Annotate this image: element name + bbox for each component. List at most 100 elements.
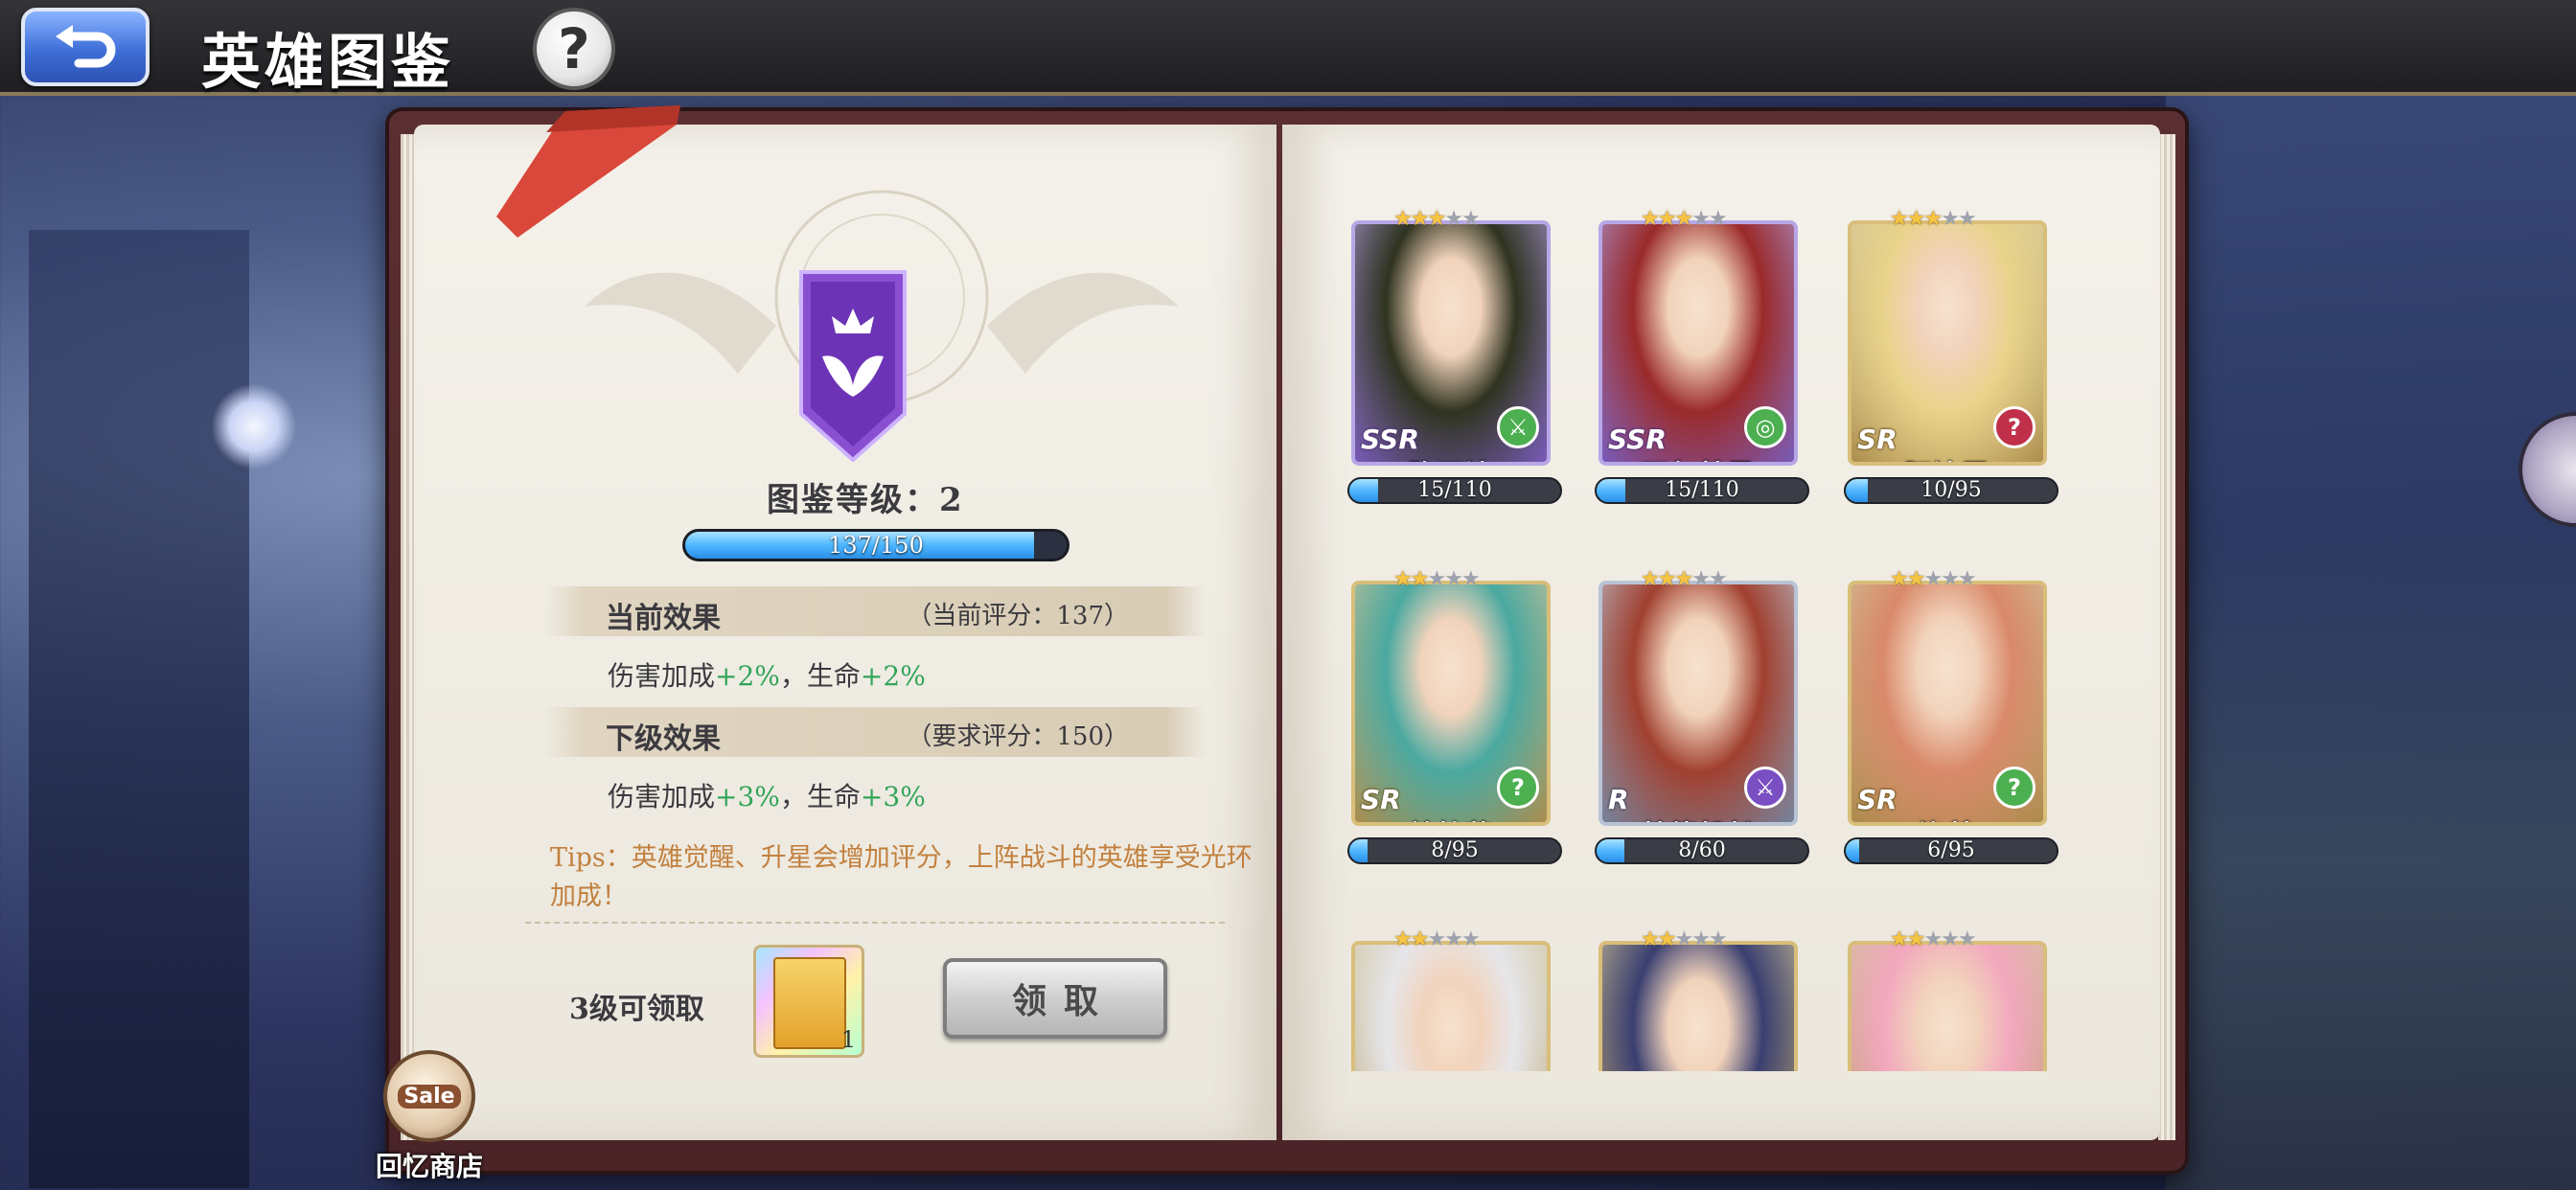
next-effect-label: 下级效果 [606,722,721,756]
star-empty-icon: ★ [1691,567,1711,591]
reward-card-icon [773,957,846,1049]
hero-progress-bar: 15/110 [1595,477,1809,504]
hero-portrait [1602,945,1794,1071]
hero-progress-bar: 6/95 [1844,837,2058,864]
star-empty-icon: ★ [1923,567,1943,591]
star-empty-icon: ★ [1708,207,1728,231]
star-empty-icon: ★ [1444,567,1463,591]
shop-sale-icon: Sale [383,1050,475,1142]
collection-level-badge-icon [799,270,907,462]
hero-rarity: SSR [1361,423,1419,455]
hero-portrait-frame: SR? 阿波罗 [1848,220,2047,466]
next-effect-sep: ，生命 [779,781,861,812]
hero-card[interactable]: SR?阿波罗★★★★★10/95 [1844,207,2058,504]
hero-progress-text: 8/60 [1678,838,1726,862]
star-filled-icon: ★ [1641,927,1660,951]
star-filled-icon: ★ [1410,927,1430,951]
star-filled-icon: ★ [1906,207,1926,231]
collection-level-label: 图鉴等级：2 [767,481,964,519]
next-effect-text: 伤害加成+3%，生命+3% [608,776,926,814]
star-filled-icon: ★ [1410,567,1430,591]
star-empty-icon: ★ [1460,567,1481,591]
current-effect-text: 伤害加成+2%，生命+2% [608,655,926,694]
star-empty-icon: ★ [1923,927,1943,951]
hero-card[interactable]: ★★★★★ [1848,927,2047,1071]
hero-card[interactable]: SSR⚔路西法★★★★★15/110 [1347,207,1562,504]
hero-portrait-frame: SR? 美杜莎 [1351,581,1551,826]
hero-progress-text: 15/110 [1417,478,1492,502]
collection-progress-bar: 137/150 [682,529,1070,561]
star-empty-icon: ★ [1941,207,1960,231]
shop-label: 回忆商店 [375,1151,483,1182]
next-effect-header: 下级效果 （要求评分：150） [544,707,1206,757]
current-effect-label: 当前效果 [606,602,721,635]
hero-rarity: SSR [1608,423,1667,455]
reward-requirement-label: 3级可领取 [569,993,704,1026]
help-button[interactable]: ? [533,8,615,90]
hero-portrait-frame: SSR ⚔ 路西法 [1351,220,1551,466]
tips-text: Tips：英雄觉醒、升星会增加评分，上阵战斗的英雄享受光环加成！ [550,843,1253,911]
star-empty-icon: ★ [1957,567,1977,591]
star-filled-icon: ★ [1906,927,1926,951]
star-filled-icon: ★ [1641,207,1660,231]
hero-progress-bar: 8/60 [1595,837,1809,864]
current-effect-sep: ，生命 [779,660,861,692]
star-filled-icon: ★ [1393,567,1413,591]
back-button[interactable] [21,8,150,86]
hero-class-icon: ⚔ [1497,406,1539,448]
star-empty-icon: ★ [1941,567,1960,591]
hero-star-rating: ★★★★★ [1641,207,1728,231]
hero-portrait-frame [1598,941,1798,1071]
star-filled-icon: ★ [1923,207,1943,231]
hero-star-rating: ★★★★★ [1393,207,1481,231]
hero-rarity: SR [1857,423,1898,455]
hero-card[interactable]: R⚔基德船长★★★★★8/60 [1595,567,1809,864]
current-effect-header: 当前效果 （当前评分：137） [544,586,1206,636]
background-castle [29,230,249,1188]
hero-rarity: R [1608,784,1629,815]
hero-class-icon: ⚔ [1744,767,1786,809]
memory-shop-button[interactable]: Sale 回忆商店 [362,1048,496,1190]
hero-card[interactable]: ★★★★★ [1351,927,1551,1071]
star-empty-icon: ★ [1957,927,1977,951]
hero-name: 美杜莎 [1355,814,1547,822]
hero-card[interactable]: SR?洛基★★★★★6/95 [1844,567,2058,864]
current-effect-prefix: 伤害加成 [608,660,716,692]
reward-item-slot[interactable]: 1 [753,945,864,1058]
hero-portrait [1852,945,2043,1071]
hero-card[interactable]: ★★★★★ [1598,927,1798,1071]
hero-class-icon: ? [1993,406,2036,448]
star-empty-icon: ★ [1708,567,1728,591]
hero-card[interactable]: SR?美杜莎★★★★★ 8/95 [1347,567,1562,864]
hero-star-rating: ★★★★★ [1641,927,1728,951]
star-filled-icon: ★ [1657,927,1677,951]
hero-portrait-frame [1848,941,2047,1071]
star-filled-icon: ★ [1641,567,1660,591]
hero-progress-bar: 10/95 [1844,477,2058,504]
star-filled-icon: ★ [1657,567,1677,591]
hero-progress-bar: 8/95 [1347,837,1562,864]
hero-class-icon: ? [1993,767,2036,809]
hero-star-rating: ★★★★★ [1393,567,1481,591]
star-empty-icon: ★ [1691,927,1711,951]
star-empty-icon: ★ [1708,927,1728,951]
hero-rarity: SR [1857,784,1898,815]
hero-progress-bar: 15/110 [1347,477,1562,504]
hero-class-icon: ◎ [1744,406,1786,448]
star-filled-icon: ★ [1674,567,1693,591]
hero-card[interactable]: SSR◎瓦尔基里★★★★★15/110 [1595,207,1809,504]
current-hp-bonus: +2% [860,660,926,692]
star-empty-icon: ★ [1444,207,1463,231]
star-filled-icon: ★ [1657,207,1677,231]
star-filled-icon: ★ [1393,927,1413,951]
claim-button[interactable]: 领取 [943,958,1167,1039]
hero-portrait [1355,945,1547,1071]
required-score: （要求评分：150） [907,722,1129,751]
next-hp-bonus: +3% [860,781,926,812]
star-filled-icon: ★ [1410,207,1430,231]
reward-count: 1 [840,1026,856,1053]
background-lamp [211,383,297,469]
page-edges-right [2158,134,2175,1140]
hero-star-rating: ★★★★★ [1641,567,1728,591]
claim-button-label: 领取 [1011,981,1116,1021]
